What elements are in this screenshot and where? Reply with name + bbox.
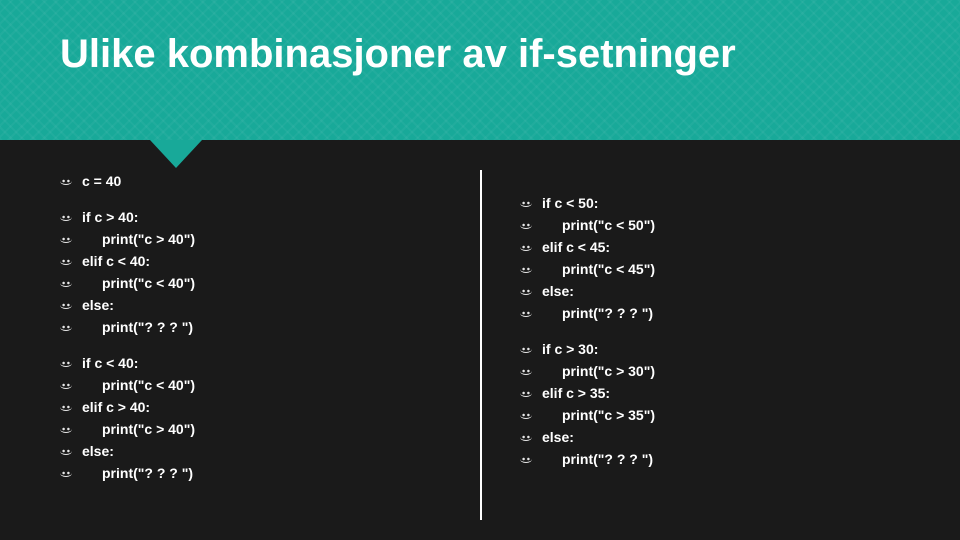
code-line: print("c < 40") bbox=[60, 272, 490, 294]
code-line: c = 40 bbox=[60, 170, 490, 192]
code-line: print("c < 45") bbox=[520, 258, 950, 280]
code-line: elif c > 40: bbox=[60, 396, 490, 418]
code-line: else: bbox=[60, 294, 490, 316]
left-column: c = 40 if c > 40:print("c > 40")elif c <… bbox=[60, 170, 490, 498]
slide: Ulike kombinasjoner av if-setninger c = … bbox=[0, 0, 960, 540]
code-line: print("c > 40") bbox=[60, 228, 490, 250]
code-line: print("c < 50") bbox=[520, 214, 950, 236]
slide-title: Ulike kombinasjoner av if-setninger bbox=[60, 32, 736, 77]
code-line: print("c > 35") bbox=[520, 404, 950, 426]
left-block-1: c = 40 bbox=[60, 170, 490, 192]
right-block-2: if c > 30:print("c > 30")elif c > 35:pri… bbox=[520, 338, 950, 470]
code-line: print("? ? ? ") bbox=[60, 462, 490, 484]
code-line: if c < 40: bbox=[60, 352, 490, 374]
code-line: else: bbox=[520, 426, 950, 448]
code-line: print("c > 30") bbox=[520, 360, 950, 382]
code-line: elif c < 45: bbox=[520, 236, 950, 258]
code-line: print("? ? ? ") bbox=[520, 302, 950, 324]
code-line: print("? ? ? ") bbox=[60, 316, 490, 338]
code-line: if c < 50: bbox=[520, 192, 950, 214]
left-block-2: if c > 40:print("c > 40")elif c < 40:pri… bbox=[60, 206, 490, 338]
code-line: else: bbox=[60, 440, 490, 462]
content-area: c = 40 if c > 40:print("c > 40")elif c <… bbox=[0, 170, 960, 540]
left-block-3: if c < 40:print("c < 40")elif c > 40:pri… bbox=[60, 352, 490, 484]
code-line: if c > 40: bbox=[60, 206, 490, 228]
code-line: elif c > 35: bbox=[520, 382, 950, 404]
code-line: print("? ? ? ") bbox=[520, 448, 950, 470]
header-pointer bbox=[150, 140, 202, 168]
code-line: else: bbox=[520, 280, 950, 302]
code-line: elif c < 40: bbox=[60, 250, 490, 272]
code-line: print("c < 40") bbox=[60, 374, 490, 396]
code-line: print("c > 40") bbox=[60, 418, 490, 440]
right-block-1: if c < 50:print("c < 50")elif c < 45:pri… bbox=[520, 192, 950, 324]
right-column: if c < 50:print("c < 50")elif c < 45:pri… bbox=[520, 192, 950, 484]
code-line: if c > 30: bbox=[520, 338, 950, 360]
